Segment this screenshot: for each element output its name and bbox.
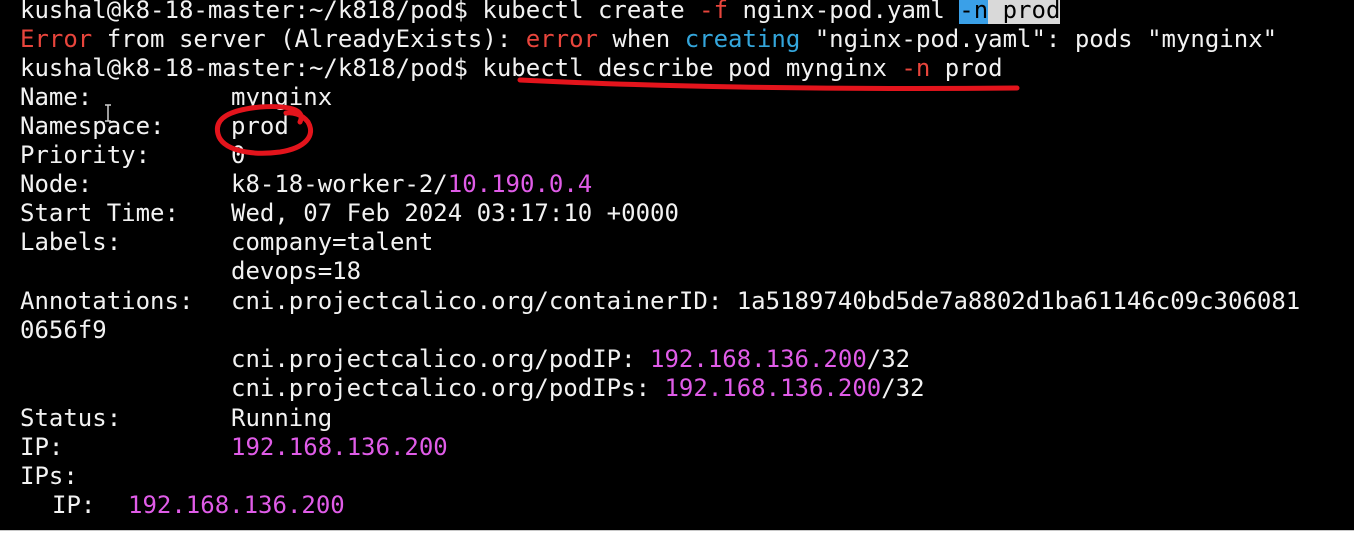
- describe-value-ips-ip: 192.168.136.200: [128, 491, 345, 519]
- terminal-line-2: Error from server (AlreadyExists): error…: [20, 25, 1277, 54]
- pod-ips-value: 192.168.136.200: [664, 374, 882, 402]
- command-text: kubectl create: [482, 0, 685, 24]
- describe-row-ip: IP:: [20, 433, 63, 462]
- describe-value-start-time: Wed, 07 Feb 2024 03:17:10 +0000: [231, 199, 679, 227]
- command-flag-f: -f: [699, 0, 729, 24]
- describe-value-label-2: devops=18: [231, 257, 362, 285]
- describe-value-node: k8-18-worker-2/10.190.0.4: [231, 170, 593, 198]
- command-file: nginx-pod.yaml: [742, 0, 945, 24]
- terminal-line-1: kushal@k8-18-master:~/k818/pod$ kubectl …: [20, 0, 1061, 25]
- annotation-pod-ip: cni.projectcalico.org/podIP: 192.168.136…: [231, 345, 911, 373]
- field-key: Annotations:: [20, 287, 194, 315]
- describe-value-label-1: company=talent: [231, 228, 434, 256]
- describe-value-name: mynginx: [231, 83, 333, 111]
- pod-ip-value: 192.168.136.200: [650, 345, 867, 373]
- terminal-window[interactable]: kushal@k8-18-master:~/k818/pod$ kubectl …: [0, 0, 1354, 530]
- text-cursor-icon: [105, 104, 111, 122]
- field-key: Node:: [20, 170, 93, 198]
- node-ip: 10.190.0.4: [447, 170, 593, 198]
- annotation-container-id: cni.projectcalico.org/containerID: 1a518…: [231, 287, 1301, 315]
- describe-row-node: Node:: [20, 170, 92, 199]
- describe-row-ips: IPs:: [20, 462, 78, 491]
- describe-row-labels: Labels:: [20, 228, 121, 257]
- selected-flag-n: -n: [959, 0, 989, 24]
- error-keyword: error: [525, 25, 598, 53]
- annotation-pod-ips: cni.projectcalico.org/podIPs: 192.168.13…: [231, 374, 925, 402]
- field-key: Namespace:: [20, 112, 165, 140]
- command-text: kubectl describe pod mynginx: [482, 54, 887, 82]
- describe-value-namespace: prod: [231, 112, 289, 140]
- describe-value-ip: 192.168.136.200: [231, 433, 448, 461]
- describe-row-status: Status:: [20, 404, 121, 433]
- describe-row-annotations: Annotations:: [20, 287, 193, 316]
- error-text: from server (AlreadyExists):: [92, 25, 526, 53]
- field-key: Priority:: [20, 141, 151, 169]
- terminal-line-3: kushal@k8-18-master:~/k818/pod$ kubectl …: [20, 54, 1003, 83]
- describe-row-namespace: Namespace:: [20, 112, 165, 141]
- creating-keyword: creating: [684, 25, 801, 53]
- container-id-value: 1a5189740bd5de7a8802d1ba61146c09c306081: [736, 287, 1301, 315]
- field-key: IPs:: [20, 462, 78, 490]
- describe-row-ips-ip: IP:: [52, 491, 96, 519]
- describe-row-start-time: Start Time:: [20, 199, 179, 228]
- window-bottom-edge: [0, 530, 1354, 535]
- describe-value-priority: 0: [231, 141, 246, 169]
- selected-namespace: prod: [1002, 0, 1061, 24]
- field-key: Start Time:: [20, 199, 179, 227]
- error-label: Error: [20, 25, 93, 53]
- describe-row-priority: Priority:: [20, 141, 150, 170]
- command-flag-n: -n: [901, 54, 931, 82]
- error-text-2: when: [597, 25, 685, 53]
- screen: kushal@k8-18-master:~/k818/pod$ kubectl …: [0, 0, 1354, 535]
- describe-row-name: Name:: [20, 83, 92, 112]
- field-key: IP:: [20, 433, 64, 461]
- annotation-container-id-wrap: 0656f9: [20, 316, 107, 344]
- shell-prompt: kushal@k8-18-master:~/k818/pod$: [20, 54, 468, 82]
- field-key: Labels:: [20, 228, 122, 256]
- field-key: Status:: [20, 404, 122, 432]
- shell-prompt: kushal@k8-18-master:~/k818/pod$: [20, 0, 468, 24]
- field-key: Name:: [20, 83, 93, 111]
- describe-value-status: Running: [231, 404, 333, 432]
- error-text-3: "nginx-pod.yaml": pods "mynginx": [800, 25, 1278, 53]
- command-namespace: prod: [944, 54, 1003, 82]
